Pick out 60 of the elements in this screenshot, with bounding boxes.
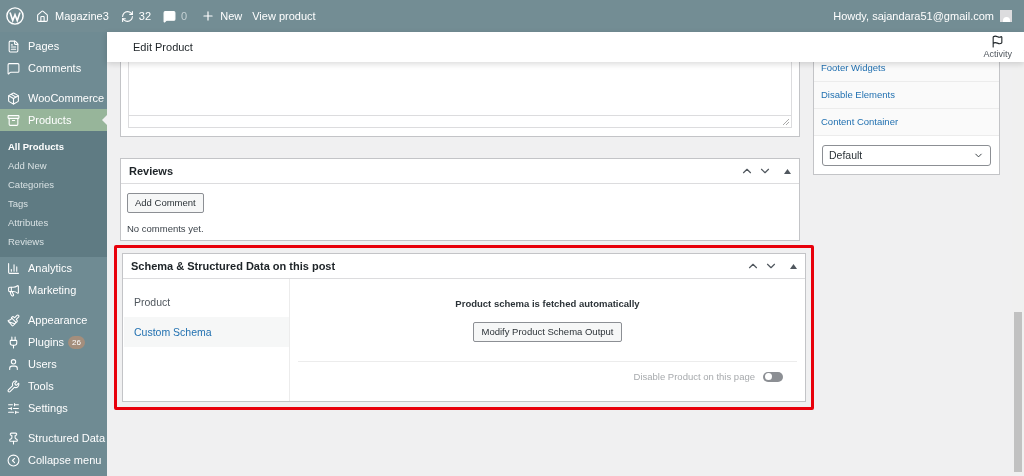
collapse-triangle-icon[interactable] xyxy=(790,263,797,269)
sidebar-item[interactable]: Users xyxy=(0,353,107,375)
flag-icon xyxy=(991,34,1005,48)
box-icon xyxy=(7,91,20,105)
sidebar-item[interactable]: Structured Data xyxy=(0,427,107,449)
bar-chart-icon xyxy=(7,261,20,275)
toggle-label: Disable Product on this page xyxy=(633,369,755,384)
site-link[interactable]: Magazine3 xyxy=(55,7,109,25)
panel-title: Reviews xyxy=(129,163,175,179)
sliders-icon xyxy=(7,401,20,415)
toggle-switch[interactable] xyxy=(763,371,783,382)
megaphone-icon xyxy=(7,283,20,297)
view-product-link[interactable]: View product xyxy=(252,7,316,25)
sidebar-item[interactable]: Settings xyxy=(0,397,107,419)
new-link[interactable]: New xyxy=(220,7,243,25)
activity-button[interactable]: Activity xyxy=(983,34,1012,62)
pages-icon xyxy=(7,39,20,53)
paintbrush-icon xyxy=(7,313,20,327)
user-icon xyxy=(7,357,20,371)
submenu-item[interactable]: Categories xyxy=(0,175,107,194)
wordpress-logo-icon[interactable] xyxy=(6,7,24,25)
comment-icon xyxy=(7,61,20,75)
updates-icon[interactable] xyxy=(120,9,134,23)
sidebar-item[interactable]: Pages xyxy=(0,35,107,57)
sidebar-item[interactable]: Appearance xyxy=(0,309,107,331)
comment-icon[interactable] xyxy=(163,9,177,23)
sidebar-item[interactable]: Marketing xyxy=(0,279,107,301)
archive-icon xyxy=(7,113,20,127)
schema-message: Product schema is fetched automatically xyxy=(455,297,640,312)
sidebar-item[interactable]: WooCommerce xyxy=(0,87,107,109)
home-icon[interactable] xyxy=(36,9,49,23)
sidebar-item[interactable]: Analytics xyxy=(0,257,107,279)
sidebar-item[interactable]: Tools xyxy=(0,375,107,397)
comments-count[interactable]: 0 xyxy=(181,7,188,25)
plug-icon xyxy=(7,335,20,349)
panel-title: Schema & Structured Data on this post xyxy=(131,259,337,275)
submenu-item[interactable]: Attributes xyxy=(0,213,107,232)
collapse-icon xyxy=(7,453,20,467)
submenu-item[interactable]: Add New xyxy=(0,156,107,175)
schema-tab[interactable]: Custom Schema xyxy=(124,317,289,348)
pin-icon xyxy=(7,431,20,445)
count-badge: 26 xyxy=(68,335,85,349)
wrench-icon xyxy=(7,379,20,393)
greeting-link[interactable]: Howdy, sajandara51@gmail.com xyxy=(833,7,994,25)
sidebar-item[interactable]: Plugins 26 xyxy=(0,331,107,353)
default-select[interactable]: Default xyxy=(822,145,991,166)
collapse-triangle-icon[interactable] xyxy=(784,168,791,174)
submenu-item[interactable]: Reviews xyxy=(0,232,107,251)
empty-message: No comments yet. xyxy=(127,222,205,237)
modify-schema-button[interactable]: Modify Product Schema Output xyxy=(473,321,622,342)
sidebar-item[interactable]: Collapse menu xyxy=(0,449,107,471)
resize-handle-icon[interactable] xyxy=(783,119,789,125)
page-title: Edit Product xyxy=(133,39,194,55)
add-comment-button[interactable]: Add Comment xyxy=(127,193,204,214)
submenu-item[interactable]: Tags xyxy=(0,194,107,213)
plus-icon[interactable] xyxy=(201,9,216,23)
submenu-item[interactable]: All Products xyxy=(0,137,107,156)
updates-count[interactable]: 32 xyxy=(138,7,152,25)
sidebar-item[interactable]: Comments xyxy=(0,57,107,79)
sidebar-item[interactable]: Products xyxy=(0,109,107,131)
